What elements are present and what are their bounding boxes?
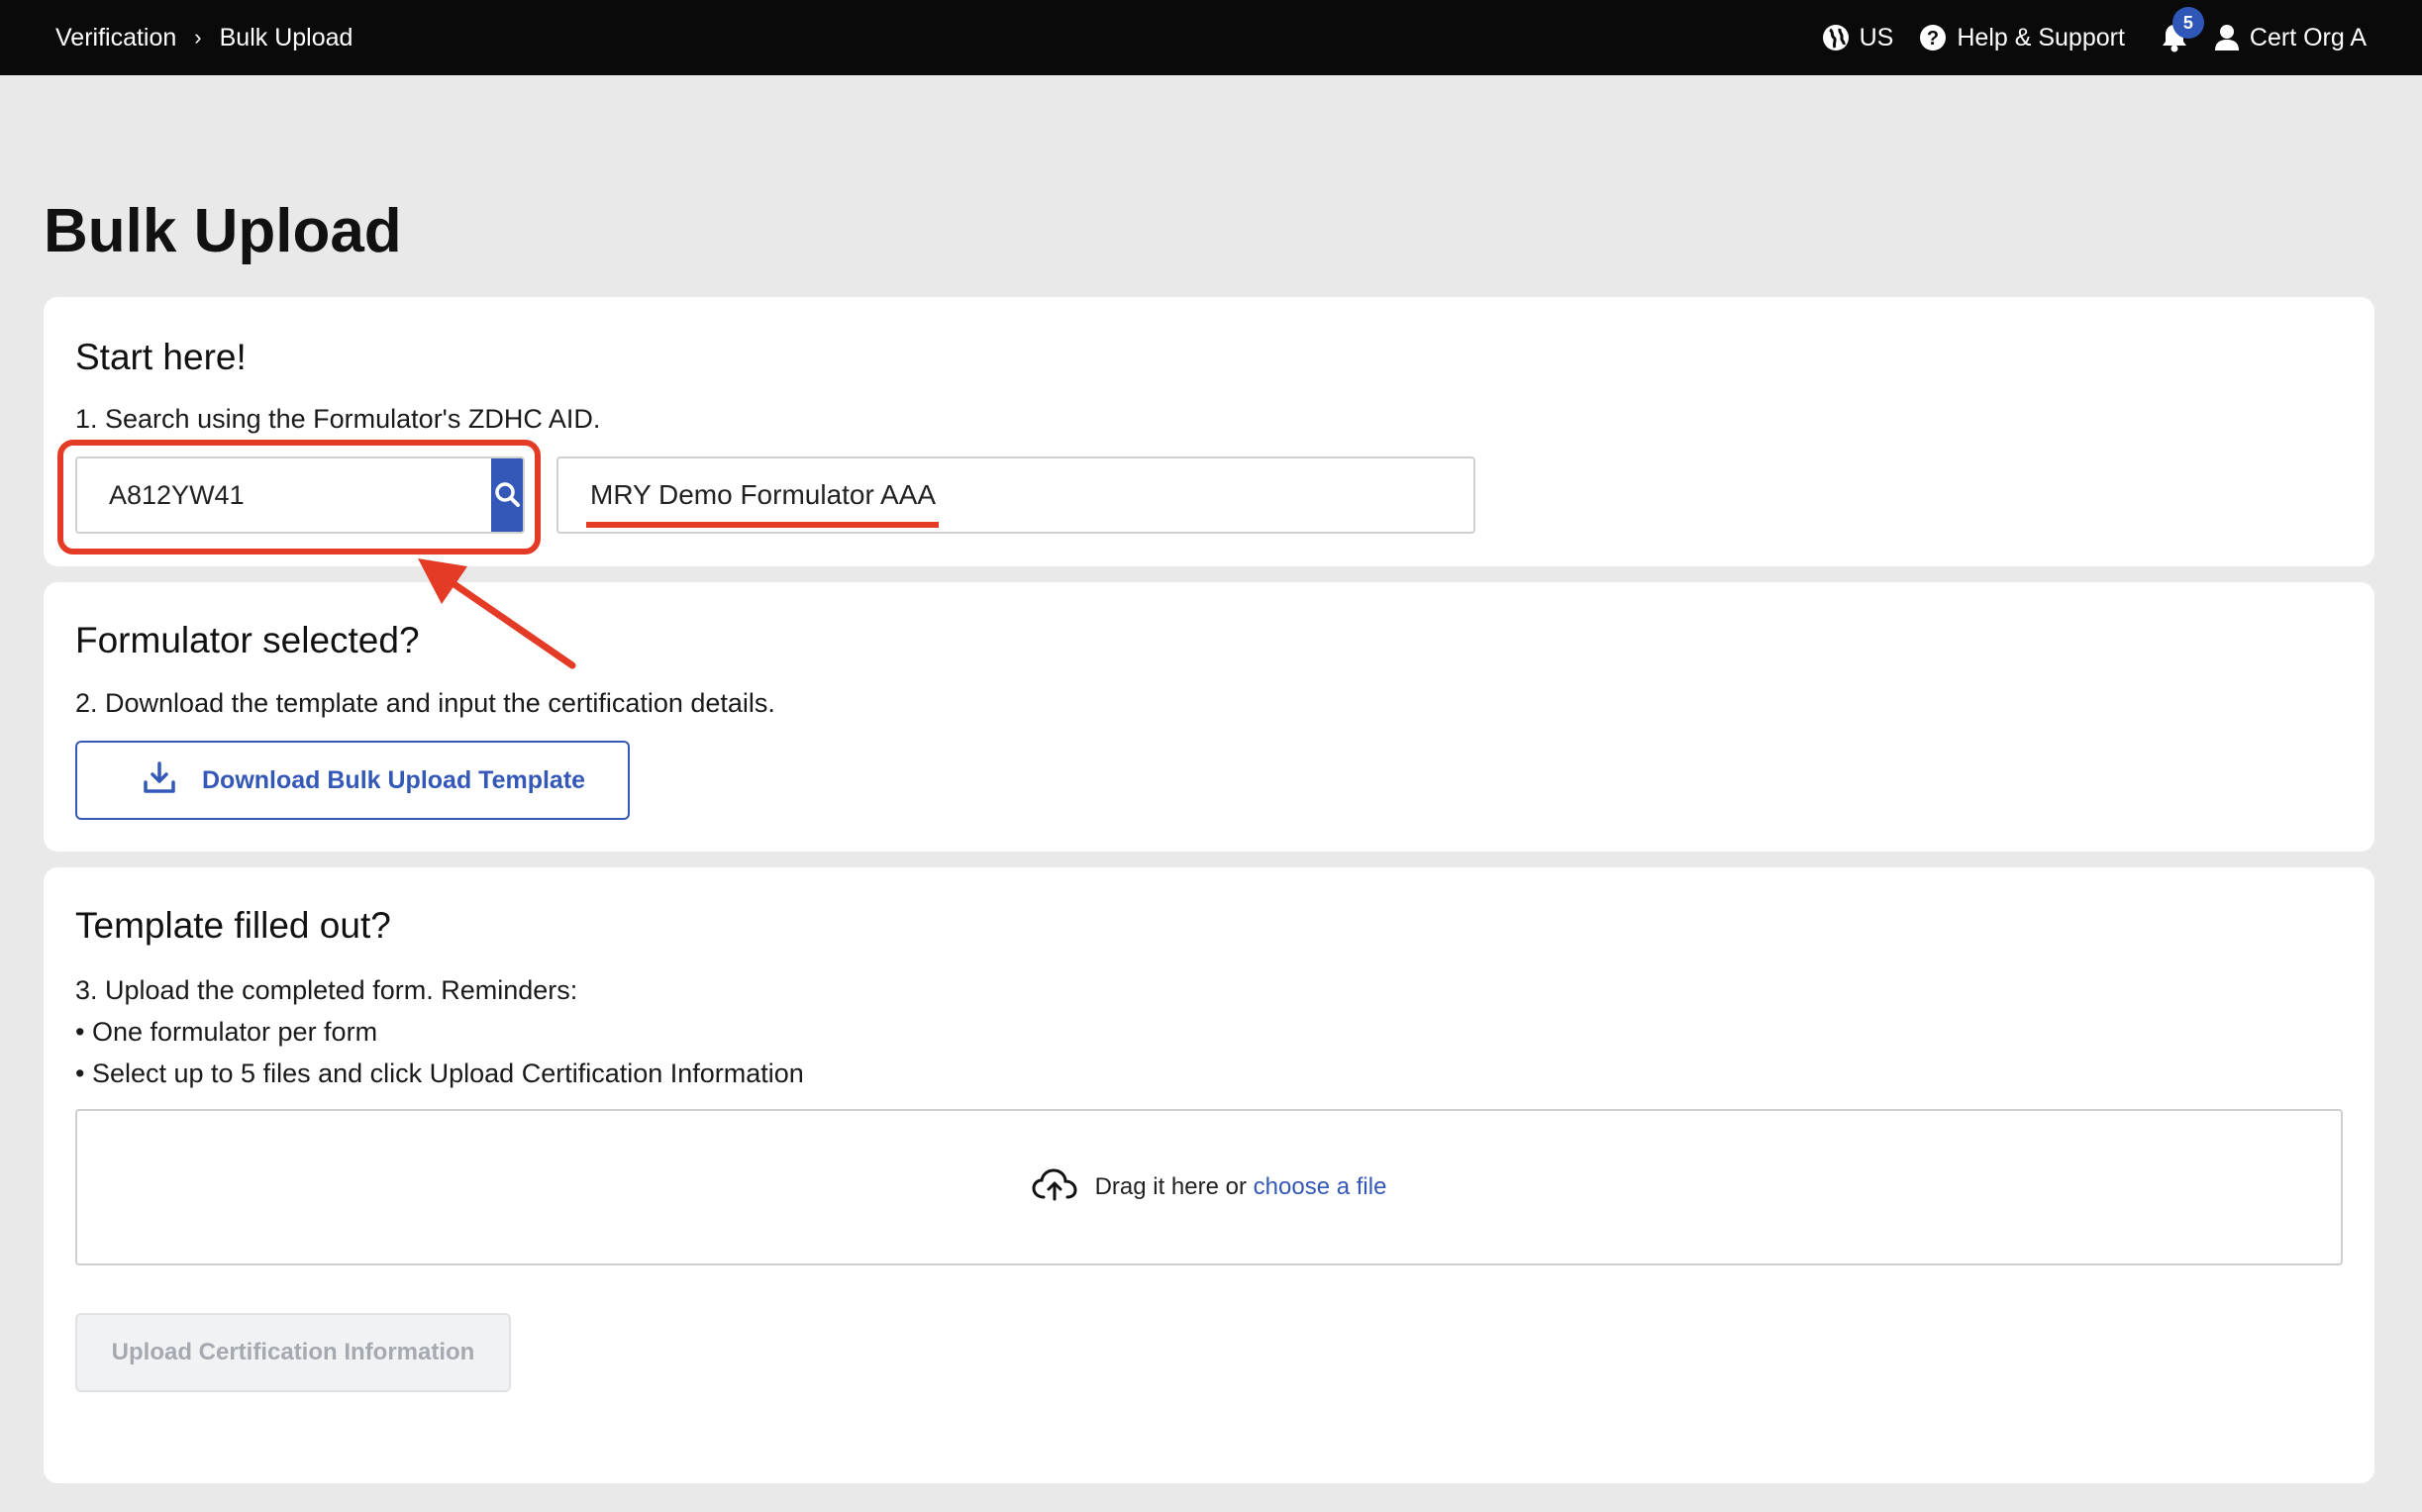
top-navigation-bar: Verification › Bulk Upload US ? Help & S… [0, 0, 2422, 75]
user-name: Cert Org A [2249, 23, 2367, 51]
help-support-link[interactable]: ? Help & Support [1919, 24, 2125, 52]
step3-reminder-1: • One formulator per form [75, 1017, 378, 1047]
help-label: Help & Support [1957, 23, 2125, 51]
step3-card: Template filled out? 3. Upload the compl… [44, 867, 2374, 1483]
search-icon [493, 480, 521, 511]
formulator-name: MRY Demo Formulator AAA [590, 479, 937, 510]
search-button[interactable] [491, 458, 523, 532]
download-icon [143, 760, 176, 801]
annotation-underline [586, 522, 939, 528]
breadcrumb: Verification › Bulk Upload [55, 24, 353, 52]
breadcrumb-bulk-upload: Bulk Upload [219, 23, 353, 51]
step2-heading: Formulator selected? [75, 620, 420, 660]
notifications-button[interactable]: 5 [2161, 7, 2204, 52]
page-title: Bulk Upload [44, 197, 402, 265]
step2-instruction: 2. Download the template and input the c… [75, 688, 775, 718]
region-selector[interactable]: US [1822, 23, 1894, 52]
step3-heading: Template filled out? [75, 905, 391, 946]
download-template-label: Download Bulk Upload Template [202, 765, 586, 794]
chevron-right-icon: › [194, 25, 202, 50]
step1-instruction: 1. Search using the Formulator's ZDHC AI… [75, 404, 601, 434]
user-icon [2214, 24, 2240, 51]
region-label: US [1859, 23, 1894, 51]
step3-reminder-2: • Select up to 5 files and click Upload … [75, 1058, 804, 1088]
step1-card: Start here! 1. Search using the Formulat… [44, 297, 2374, 566]
file-dropzone[interactable]: Drag it here or choose a file [75, 1109, 2343, 1265]
zdhc-aid-search [75, 456, 525, 534]
user-menu[interactable]: Cert Org A [2214, 24, 2367, 52]
cloud-upload-icon [1032, 1167, 1077, 1208]
notification-count-badge: 5 [2171, 7, 2204, 39]
globe-icon [1822, 24, 1850, 51]
step2-card: Formulator selected? 2. Download the tem… [44, 582, 2374, 852]
download-template-button[interactable]: Download Bulk Upload Template [75, 741, 630, 820]
zdhc-aid-input[interactable] [77, 458, 491, 532]
upload-certification-button[interactable]: Upload Certification Information [75, 1313, 511, 1392]
step1-heading: Start here! [75, 337, 247, 377]
dropzone-text: Drag it here or [1094, 1173, 1247, 1200]
breadcrumb-verification[interactable]: Verification [55, 24, 176, 52]
choose-file-link[interactable]: choose a file [1254, 1173, 1387, 1200]
svg-text:?: ? [1927, 28, 1939, 50]
question-circle-icon: ? [1919, 24, 1947, 51]
step3-instruction: 3. Upload the completed form. Reminders: [75, 975, 578, 1005]
